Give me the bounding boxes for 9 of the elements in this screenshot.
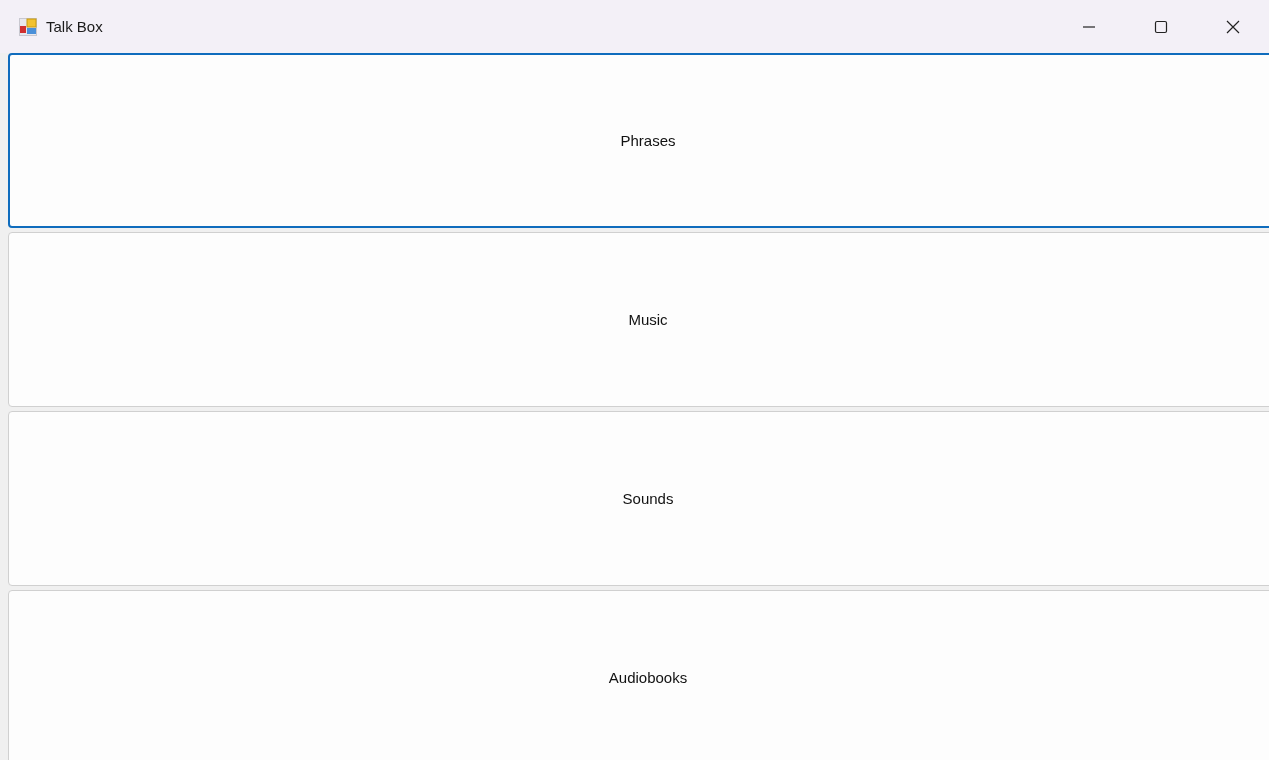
maximize-icon: [1154, 19, 1168, 34]
category-button[interactable]: Phrases: [8, 53, 1269, 228]
app-icon: [19, 17, 37, 36]
close-icon: [1226, 19, 1240, 34]
category-button[interactable]: Sounds: [8, 411, 1269, 586]
window-title: Talk Box: [46, 18, 103, 35]
minimize-icon: [1082, 25, 1096, 28]
category-button[interactable]: Music: [8, 232, 1269, 407]
category-button[interactable]: Audiobooks: [8, 590, 1269, 760]
